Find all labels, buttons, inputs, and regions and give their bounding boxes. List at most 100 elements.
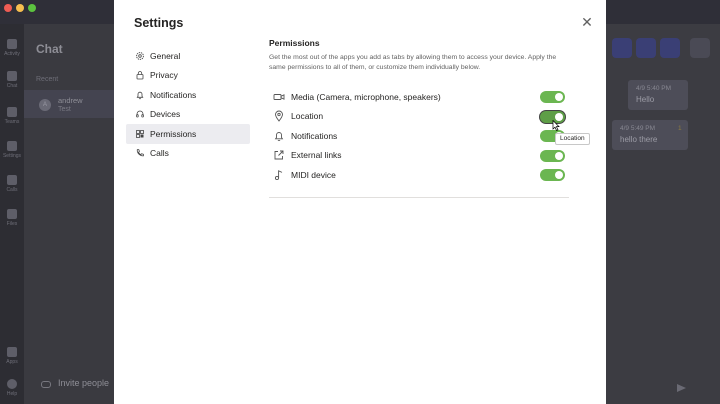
message-time: 4/9 5:40 PM	[636, 85, 672, 92]
help-icon	[7, 379, 17, 389]
bell-icon	[273, 130, 285, 142]
external-link-icon	[273, 149, 285, 161]
avatar: A	[39, 99, 51, 111]
location-pin-icon	[273, 110, 285, 122]
music-note-icon	[273, 169, 285, 181]
phone-icon	[135, 148, 145, 158]
toggle-knob	[555, 171, 563, 179]
headset-icon	[135, 109, 145, 119]
add-people-button[interactable]	[690, 38, 710, 58]
dialog-title: Settings	[134, 16, 184, 30]
video-call-button[interactable]	[612, 38, 632, 58]
nav-label: Calls	[150, 148, 169, 159]
nav-label: Permissions	[150, 128, 197, 139]
maximize-window-dot[interactable]	[28, 4, 36, 12]
rail-label: Teams	[4, 119, 20, 125]
chat-item-name: andrew	[58, 96, 83, 105]
mouse-cursor-icon	[552, 120, 560, 131]
close-icon[interactable]: ✕	[579, 14, 595, 30]
chat-list-item[interactable]: A andrew Test	[24, 90, 114, 118]
message-bubble: 4/9 5:49 PM hello there 1	[612, 120, 688, 150]
rail-apps[interactable]: Apps	[0, 342, 24, 372]
rail-label: Chat	[6, 83, 18, 89]
permissions-panel: Permissions Get the most out of the apps…	[269, 38, 569, 198]
rail-label: Files	[6, 221, 18, 227]
rail-teams[interactable]: Teams	[0, 102, 24, 132]
app-rail: Activity Chat Teams Settings Calls Files…	[0, 24, 24, 404]
chat-list-pane: Chat Recent A andrew Test	[24, 24, 114, 404]
permission-label: External links	[291, 150, 342, 161]
rail-chat[interactable]: Chat	[0, 66, 24, 96]
settings-nav: General Privacy Notifications Devices Pe…	[126, 46, 250, 163]
section-title: Permissions	[269, 38, 320, 48]
chat-icon	[7, 71, 17, 81]
rail-help[interactable]: Help	[0, 374, 24, 404]
rail-calls[interactable]: Calls	[0, 170, 24, 200]
send-icon[interactable]	[677, 384, 686, 392]
chat-header: Chat	[36, 42, 63, 56]
rail-label: Apps	[6, 359, 18, 365]
external-links-permission-toggle[interactable]	[540, 149, 565, 162]
message-text: hello there	[620, 135, 658, 144]
rail-activity[interactable]: Activity	[0, 34, 24, 64]
rail-label: Activity	[4, 51, 20, 57]
permission-label: Location	[291, 111, 324, 122]
activity-icon	[7, 39, 17, 49]
nav-label: Devices	[150, 109, 181, 120]
permission-row-media: Media (Camera, microphone, speakers)	[269, 87, 569, 107]
permission-row-midi: MIDI device	[269, 165, 569, 185]
permission-row-notifications: Notifications	[269, 126, 569, 146]
permission-row-location: Location	[269, 107, 569, 127]
permission-row-external-links: External links	[269, 146, 569, 166]
recent-label: Recent	[36, 76, 59, 83]
grid-icon	[135, 129, 145, 139]
toggle-knob	[555, 151, 563, 160]
location-tooltip: Location	[555, 133, 590, 145]
rail-label: Help	[6, 391, 18, 397]
nav-label: Notifications	[150, 89, 197, 100]
section-description: Get the most out of the apps you add as …	[269, 54, 557, 71]
nav-item-calls[interactable]: Calls	[126, 144, 250, 164]
nav-item-permissions[interactable]: Permissions	[126, 124, 250, 144]
message-bubble: 4/9 5:40 PM Hello	[628, 80, 688, 110]
media-permission-toggle[interactable]	[540, 91, 565, 103]
rail-label: Calls	[6, 187, 18, 193]
rail-files[interactable]: Files	[0, 204, 24, 234]
lock-icon	[135, 70, 145, 80]
gear-icon	[135, 51, 145, 61]
camera-icon	[273, 91, 285, 103]
phone-icon	[7, 175, 17, 185]
settings-dialog: Settings ✕ General Privacy Notifications…	[114, 0, 606, 404]
midi-permission-toggle[interactable]	[540, 169, 565, 181]
file-icon	[7, 209, 17, 219]
apps-icon	[7, 347, 17, 357]
reaction-count: 1	[678, 125, 682, 132]
message-time: 4/9 5:49 PM	[620, 125, 656, 132]
teams-icon	[7, 107, 17, 117]
minimize-window-dot[interactable]	[16, 4, 24, 12]
share-screen-button[interactable]	[660, 38, 680, 58]
section-divider	[269, 197, 569, 198]
close-window-dot[interactable]	[4, 4, 12, 12]
invite-people-icon	[41, 381, 51, 388]
nav-item-general[interactable]: General	[126, 46, 250, 66]
nav-item-notifications[interactable]: Notifications	[126, 85, 250, 105]
audio-call-button[interactable]	[636, 38, 656, 58]
nav-item-privacy[interactable]: Privacy	[126, 66, 250, 86]
permission-label: Media (Camera, microphone, speakers)	[291, 91, 441, 102]
invite-people-button[interactable]: Invite people	[58, 378, 109, 388]
permission-label: Notifications	[291, 130, 338, 141]
nav-item-devices[interactable]: Devices	[126, 105, 250, 125]
message-text: Hello	[636, 95, 655, 104]
bell-icon	[135, 90, 145, 100]
rail-label: Settings	[2, 153, 22, 159]
permission-label: MIDI device	[291, 169, 336, 180]
rail-settings[interactable]: Settings	[0, 136, 24, 166]
toggle-knob	[555, 93, 563, 101]
calendar-icon	[7, 141, 17, 151]
nav-label: Privacy	[150, 70, 178, 81]
chat-item-preview: Test	[58, 106, 71, 113]
permission-list: Media (Camera, microphone, speakers) Loc…	[269, 87, 569, 185]
window-controls	[4, 4, 36, 12]
nav-label: General	[150, 50, 181, 61]
